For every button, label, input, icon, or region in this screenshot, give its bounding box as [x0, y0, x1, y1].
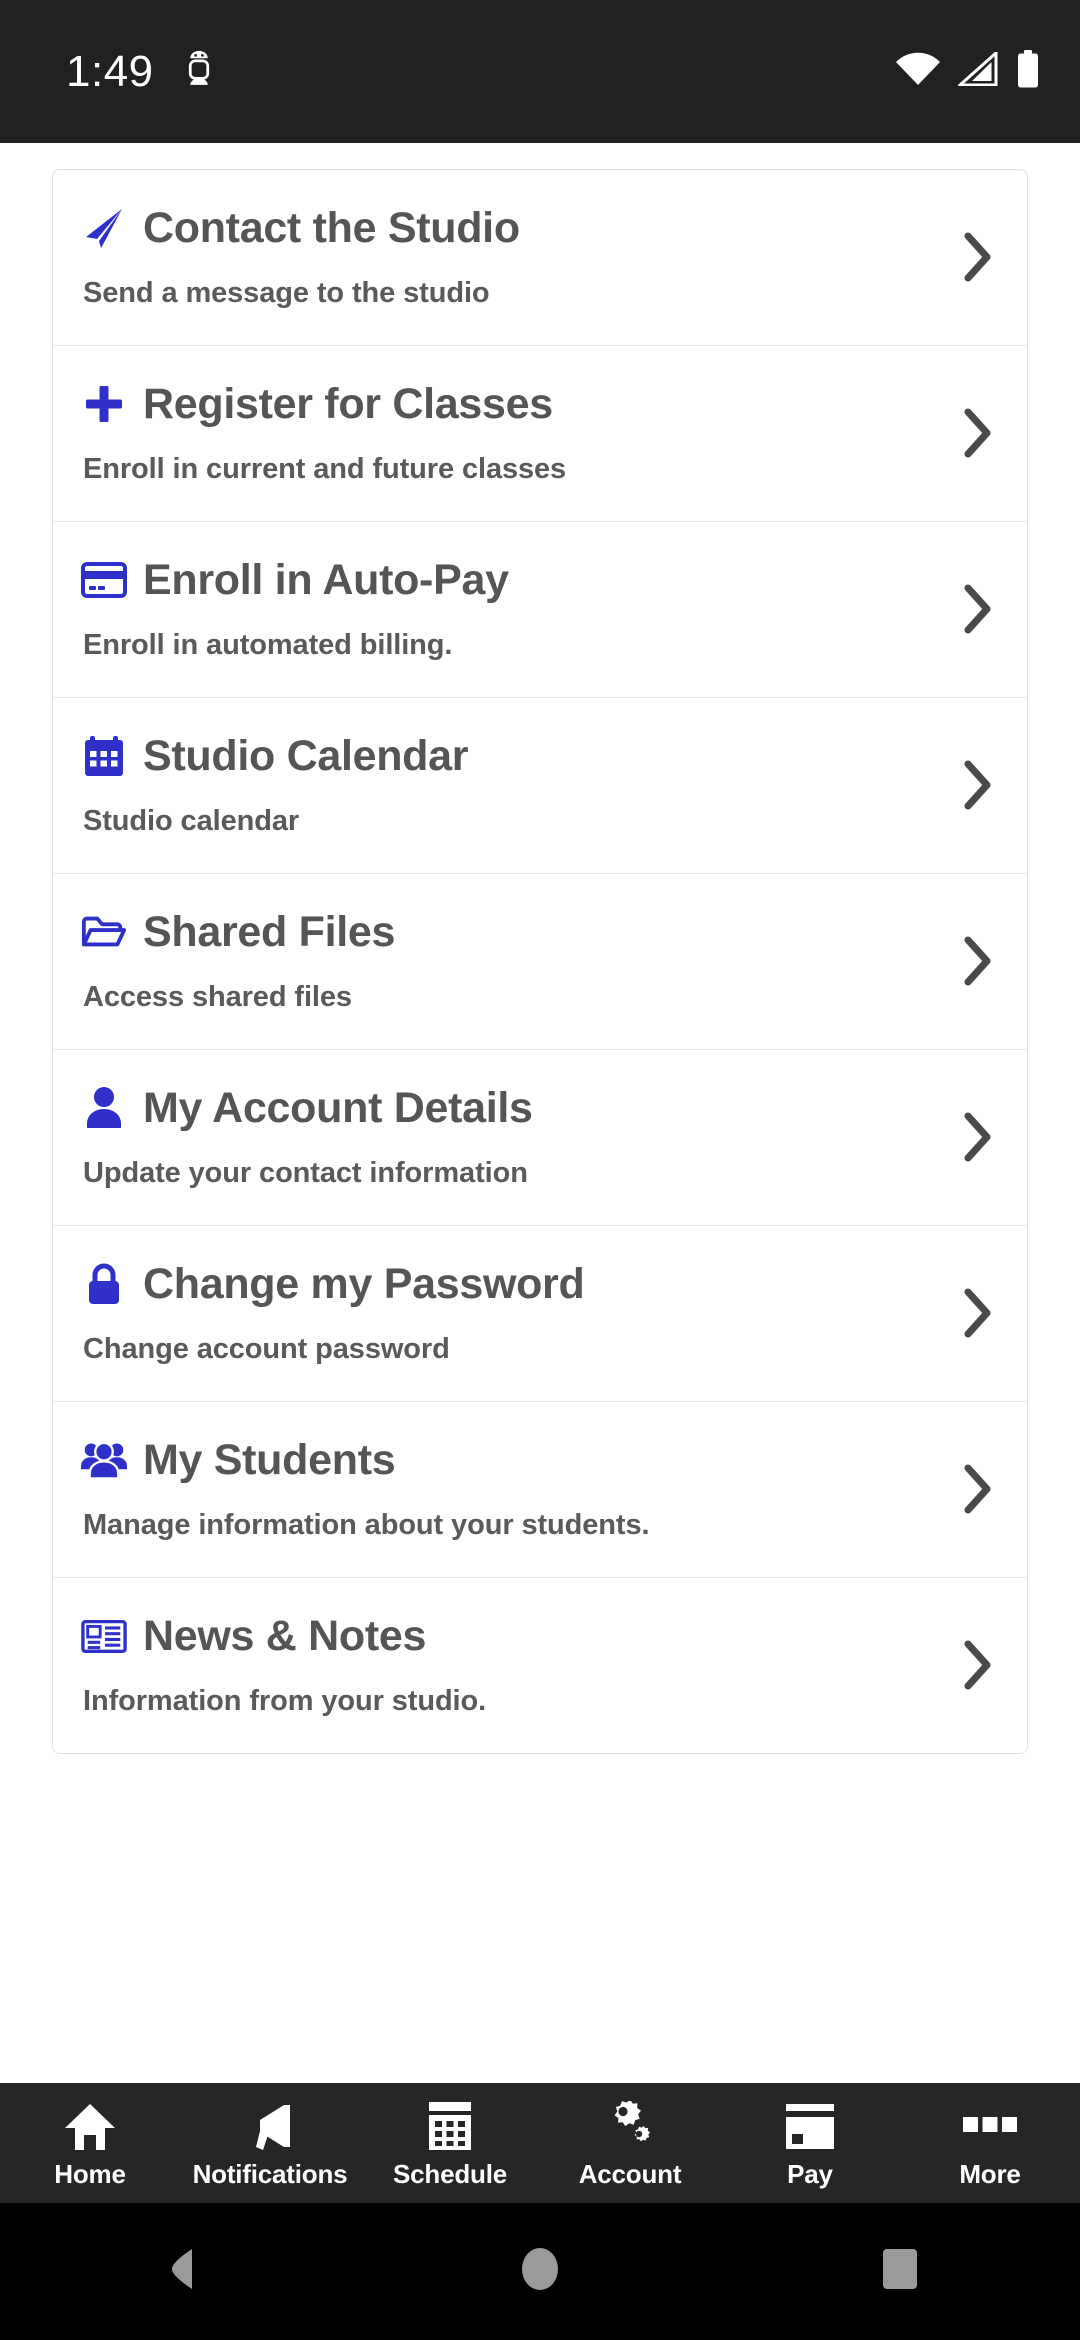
- tab-label: Pay: [787, 2158, 833, 2189]
- tab-label: Account: [578, 2158, 682, 2189]
- cell-signal-icon: [956, 49, 998, 91]
- menu-item-enroll-in-auto-pay[interactable]: Enroll in Auto-Pay Enroll in automated b…: [53, 521, 1027, 698]
- tab-pay[interactable]: Pay: [720, 2083, 900, 2203]
- clock: 1:49: [66, 46, 154, 96]
- menu-item-subtitle: Manage information about your students.: [83, 1508, 650, 1541]
- chevron-right-icon[interactable]: [961, 407, 995, 459]
- menu-item-subtitle: Access shared files: [83, 980, 352, 1013]
- chevron-right-icon[interactable]: [961, 935, 995, 987]
- menu-item-my-students[interactable]: My Students Manage information about you…: [53, 1401, 1027, 1578]
- recents-square-icon: [879, 2245, 921, 2298]
- users-group-icon: [81, 1437, 127, 1483]
- tab-label: Home: [54, 2158, 126, 2189]
- menu-item-header: My Account Details: [81, 1084, 927, 1132]
- menu-item-news-and-notes[interactable]: News & Notes Information from your studi…: [53, 1577, 1027, 1753]
- menu-scroll-area[interactable]: Contact the Studio Send a message to the…: [0, 143, 1080, 2078]
- menu-item-my-account-details[interactable]: My Account Details Update your contact i…: [53, 1049, 1027, 1226]
- folder-open-icon: [81, 909, 127, 955]
- more-dots-icon: [962, 2097, 1018, 2151]
- menu-item-subtitle: Send a message to the studio: [83, 277, 490, 310]
- home-button[interactable]: [465, 2203, 615, 2340]
- chevron-right-icon[interactable]: [961, 1639, 995, 1691]
- menu-item-title: Change my Password: [143, 1259, 585, 1308]
- menu-item-header: My Students: [81, 1436, 927, 1484]
- android-debug-icon: [184, 50, 214, 93]
- android-navigation-bar: [0, 2203, 1080, 2340]
- credit-card-icon: [784, 2097, 836, 2151]
- menu-item-shared-files[interactable]: Shared Files Access shared files: [53, 873, 1027, 1050]
- tab-schedule[interactable]: Schedule: [360, 2083, 540, 2203]
- lock-icon: [81, 1261, 127, 1307]
- tab-notifications[interactable]: Notifications: [180, 2083, 360, 2203]
- megaphone-icon: [243, 2097, 297, 2151]
- newspaper-icon: [81, 1613, 127, 1659]
- chevron-right-icon[interactable]: [961, 759, 995, 811]
- chevron-right-icon[interactable]: [961, 1111, 995, 1163]
- chevron-right-icon[interactable]: [961, 231, 995, 283]
- tab-more[interactable]: More: [900, 2083, 1080, 2203]
- plus-icon: [81, 381, 127, 427]
- home-circle-icon: [520, 2245, 560, 2298]
- tab-label: More: [959, 2158, 1021, 2189]
- menu-item-title: News & Notes: [143, 1611, 427, 1660]
- menu-item-header: Enroll in Auto-Pay: [81, 556, 927, 604]
- calendar-icon: [81, 733, 127, 779]
- status-bar-right: [896, 49, 1040, 93]
- menu-item-title: Studio Calendar: [143, 731, 469, 780]
- menu-item-header: Studio Calendar: [81, 732, 927, 780]
- bottom-tab-bar: Home Notifications Schedule Account Pay …: [0, 2083, 1080, 2203]
- menu-item-subtitle: Information from your studio.: [83, 1684, 487, 1717]
- battery-icon: [1016, 50, 1040, 93]
- menu-item-title: Contact the Studio: [143, 204, 520, 252]
- chevron-right-icon[interactable]: [961, 1287, 995, 1339]
- chevron-right-icon[interactable]: [961, 583, 995, 635]
- menu-item-subtitle: Change account password: [83, 1332, 450, 1365]
- tab-label: Schedule: [393, 2158, 507, 2189]
- recents-button[interactable]: [825, 2203, 975, 2340]
- phone-screen: 1:49 Contact the Studio Send a message t…: [0, 0, 1080, 2340]
- chevron-right-icon[interactable]: [961, 1463, 995, 1515]
- tab-account[interactable]: Account: [540, 2083, 720, 2203]
- menu-item-studio-calendar[interactable]: Studio Calendar Studio calendar: [53, 697, 1027, 874]
- menu-item-subtitle: Studio calendar: [83, 805, 300, 838]
- credit-card-icon: [81, 557, 127, 603]
- calendar-grid-icon: [428, 2097, 472, 2151]
- menu-item-title: Shared Files: [143, 907, 396, 956]
- home-icon: [64, 2097, 116, 2151]
- menu-item-header: Change my Password: [81, 1260, 927, 1308]
- status-bar-left: 1:49: [66, 46, 214, 96]
- menu-item-title: My Students: [143, 1435, 396, 1484]
- menu-item-contact-the-studio[interactable]: Contact the Studio Send a message to the…: [53, 170, 1027, 346]
- tab-home[interactable]: Home: [0, 2083, 180, 2203]
- menu-item-subtitle: Enroll in automated billing.: [83, 629, 453, 662]
- menu-card: Contact the Studio Send a message to the…: [52, 169, 1028, 1754]
- menu-item-title: Enroll in Auto-Pay: [143, 555, 509, 604]
- wifi-icon: [896, 52, 940, 91]
- menu-item-subtitle: Update your contact information: [83, 1156, 528, 1189]
- menu-item-change-my-password[interactable]: Change my Password Change account passwo…: [53, 1225, 1027, 1402]
- menu-item-header: Register for Classes: [81, 380, 927, 428]
- paper-plane-icon: [81, 205, 127, 251]
- menu-item-header: Contact the Studio: [81, 204, 927, 252]
- menu-item-register-for-classes[interactable]: Register for Classes Enroll in current a…: [53, 345, 1027, 522]
- menu-item-title: Register for Classes: [143, 379, 553, 428]
- menu-item-header: News & Notes: [81, 1612, 927, 1660]
- back-button[interactable]: [105, 2203, 255, 2340]
- user-icon: [81, 1085, 127, 1131]
- gears-icon: [604, 2097, 656, 2151]
- status-bar: 1:49: [0, 0, 1080, 143]
- menu-item-subtitle: Enroll in current and future classes: [83, 453, 567, 486]
- menu-item-title: My Account Details: [143, 1083, 533, 1132]
- back-triangle-icon: [158, 2245, 202, 2298]
- tab-label: Notifications: [192, 2158, 348, 2189]
- menu-item-header: Shared Files: [81, 908, 927, 956]
